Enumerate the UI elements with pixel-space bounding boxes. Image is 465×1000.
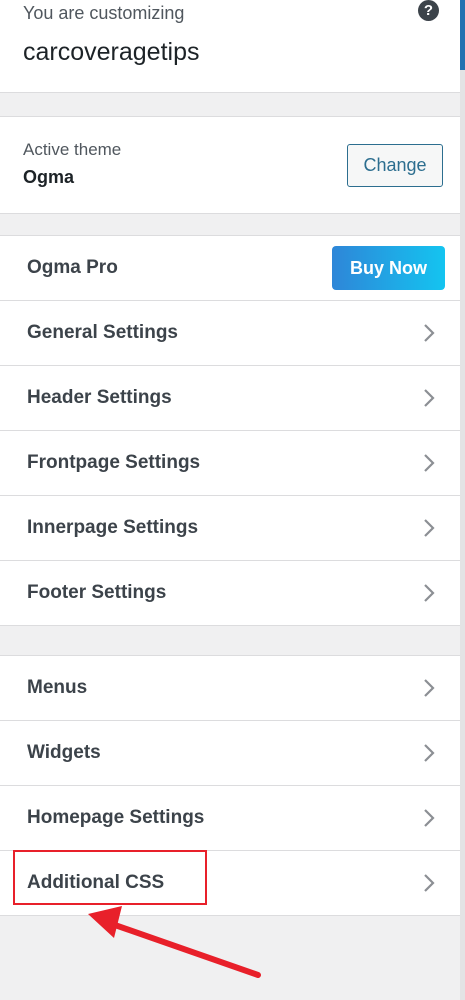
section-footer-settings[interactable]: Footer Settings: [0, 561, 460, 626]
section-label: Homepage Settings: [27, 807, 205, 828]
section-widgets[interactable]: Widgets: [0, 721, 460, 786]
section-label: Header Settings: [27, 387, 172, 408]
site-settings-group: Menus Widgets Homepage Settings Addition…: [0, 655, 460, 916]
theme-settings-group: Ogma Pro Buy Now General Settings Header…: [0, 235, 460, 626]
chevron-right-icon: [424, 519, 435, 537]
section-label: Innerpage Settings: [27, 517, 199, 538]
scrollbar-thumb[interactable]: [460, 0, 465, 70]
section-label: Menus: [27, 677, 88, 698]
chevron-right-icon: [424, 874, 435, 892]
chevron-right-icon: [424, 679, 435, 697]
section-homepage-settings[interactable]: Homepage Settings: [0, 786, 460, 851]
customizer-panel: You are customizing carcoveragetips ? Ac…: [0, 0, 460, 1000]
section-general-settings[interactable]: General Settings: [0, 301, 460, 366]
section-frontpage-settings[interactable]: Frontpage Settings: [0, 431, 460, 496]
section-label: Widgets: [27, 742, 101, 763]
chevron-right-icon: [424, 454, 435, 472]
section-label: General Settings: [27, 322, 178, 343]
scrollbar[interactable]: [460, 0, 465, 1000]
section-label: Additional CSS: [27, 872, 165, 893]
chevron-right-icon: [424, 744, 435, 762]
chevron-right-icon: [424, 324, 435, 342]
active-theme-name: Ogma: [23, 167, 75, 187]
change-theme-button[interactable]: Change: [347, 144, 443, 187]
chevron-right-icon: [424, 584, 435, 602]
section-innerpage-settings[interactable]: Innerpage Settings: [0, 496, 460, 561]
customizer-info-header: You are customizing carcoveragetips ?: [0, 0, 460, 93]
active-theme-label: Active theme: [23, 140, 122, 159]
chevron-right-icon: [424, 389, 435, 407]
buy-now-button[interactable]: Buy Now: [332, 246, 445, 290]
section-label: Frontpage Settings: [27, 452, 201, 473]
chevron-right-icon: [424, 809, 435, 827]
ogma-pro-label: Ogma Pro: [27, 257, 118, 278]
customizing-label: You are customizing: [23, 3, 185, 23]
section-menus[interactable]: Menus: [0, 656, 460, 721]
ogma-pro-row: Ogma Pro Buy Now: [0, 236, 460, 301]
help-icon[interactable]: ?: [418, 0, 439, 21]
site-title: carcoveragetips: [23, 38, 200, 66]
section-label: Footer Settings: [27, 582, 167, 603]
active-theme-section: Active theme Ogma Change: [0, 116, 460, 214]
section-additional-css[interactable]: Additional CSS: [0, 851, 460, 916]
section-header-settings[interactable]: Header Settings: [0, 366, 460, 431]
